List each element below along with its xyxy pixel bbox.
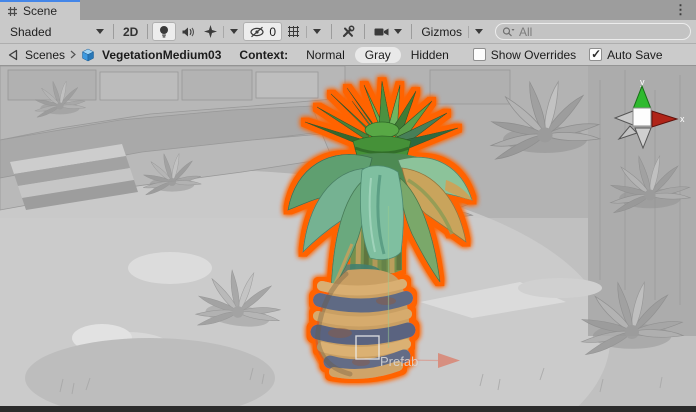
breadcrumb: Scenes VegetationMedium03 (7, 48, 221, 62)
prefab-cube-icon (81, 48, 95, 62)
scene-camera-dropdown[interactable] (369, 22, 407, 41)
gizmos-label: Gizmos (421, 25, 462, 39)
toolbar-separator (411, 24, 412, 39)
hidden-count: 0 (269, 25, 276, 39)
toolbar-separator (147, 24, 148, 39)
show-overrides-checkbox[interactable] (473, 48, 486, 61)
draw-mode-label: Shaded (10, 25, 51, 39)
tools-wrench-icon (341, 25, 355, 39)
axis-x-label: x (680, 114, 685, 124)
gizmos-dropdown[interactable]: Gizmos (416, 22, 488, 41)
scene-lighting-toggle[interactable] (152, 22, 176, 41)
scene-viewport[interactable]: Prefab y x (0, 66, 696, 406)
scene-toolbar: Shaded 2D (0, 20, 696, 44)
back-arrow-icon[interactable] (7, 49, 20, 61)
chevron-down-icon (230, 29, 238, 34)
tab-scene[interactable]: Scene (0, 0, 80, 20)
chevron-down-icon (96, 29, 104, 34)
button-divider (468, 26, 469, 38)
eye-slash-icon (249, 26, 265, 38)
auto-save-group: Auto Save (589, 48, 662, 62)
tab-label: Scene (23, 4, 57, 18)
search-value: All (519, 25, 532, 39)
scene-view-window: Scene ⋮ Shaded 2D (0, 0, 696, 412)
window-bottom-border (0, 406, 696, 412)
prefab-breadcrumb-bar: Scenes VegetationMedium03 Context: Norma… (0, 44, 696, 66)
toggle-2d-button[interactable]: 2D (118, 22, 143, 41)
grid-visibility-dropdown[interactable] (282, 22, 326, 41)
toolbar-separator (364, 24, 365, 39)
gizmo-center-cube[interactable] (633, 108, 651, 126)
chevron-down-icon (394, 29, 402, 34)
prefab-badge: Prefab (380, 354, 418, 369)
window-menu-icon[interactable]: ⋮ (674, 1, 687, 18)
toolbar-right-group: Gizmos All (327, 22, 691, 41)
breadcrumb-root[interactable]: Scenes (25, 48, 65, 62)
effects-dropdown[interactable] (199, 22, 243, 41)
search-icon (502, 26, 515, 38)
context-option-normal[interactable]: Normal (296, 47, 355, 63)
chevron-down-icon (313, 29, 321, 34)
axis-y-label: y (640, 77, 645, 87)
speaker-icon (181, 26, 194, 38)
context-option-gray[interactable]: Gray (355, 47, 401, 63)
toolbar-separator (331, 24, 332, 39)
camera-icon (374, 27, 390, 37)
scene-canvas: Prefab y x (0, 66, 696, 406)
show-overrides-label: Show Overrides (491, 48, 576, 62)
breadcrumb-chevron-icon (70, 50, 76, 59)
component-tools-button[interactable] (336, 22, 360, 41)
grid-tab-icon (7, 6, 18, 17)
scene-visibility-toggle[interactable]: 0 (243, 22, 282, 41)
breadcrumb-current-prefab[interactable]: VegetationMedium03 (102, 48, 221, 62)
context-label: Context: (239, 48, 288, 62)
toolbar-separator (113, 24, 114, 39)
chevron-down-icon (475, 29, 483, 34)
effects-star-icon (204, 25, 217, 38)
toggle-2d-label: 2D (123, 25, 138, 39)
search-input[interactable]: All (495, 23, 691, 40)
audio-toggle[interactable] (176, 22, 199, 41)
auto-save-checkbox[interactable] (589, 48, 602, 61)
button-divider (306, 26, 307, 38)
lightbulb-icon (158, 25, 170, 39)
auto-save-label: Auto Save (607, 48, 662, 62)
show-overrides-group: Show Overrides (473, 48, 576, 62)
grid-icon (287, 25, 300, 38)
draw-mode-dropdown[interactable]: Shaded (5, 22, 109, 41)
tab-strip: Scene ⋮ (0, 0, 696, 20)
button-divider (223, 26, 224, 38)
context-option-hidden[interactable]: Hidden (401, 47, 459, 63)
